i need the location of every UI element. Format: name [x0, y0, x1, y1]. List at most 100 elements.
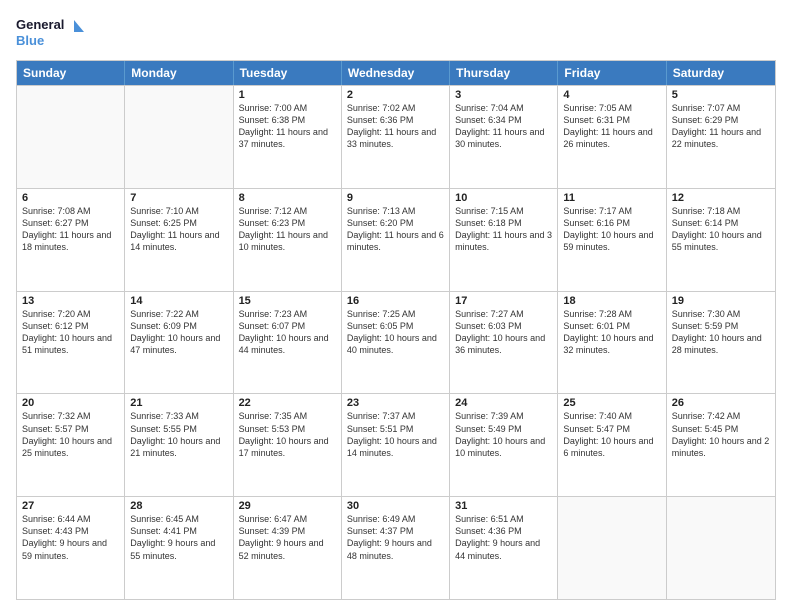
day-number: 31 [455, 500, 552, 512]
week-row-3: 13 Sunrise: 7:20 AMSunset: 6:12 PMDaylig… [17, 291, 775, 394]
calendar-cell: 21 Sunrise: 7:33 AMSunset: 5:55 PMDaylig… [125, 394, 233, 496]
day-number: 30 [347, 500, 444, 512]
cell-details: Sunrise: 7:40 AMSunset: 5:47 PMDaylight:… [563, 410, 660, 459]
cell-details: Sunrise: 7:05 AMSunset: 6:31 PMDaylight:… [563, 102, 660, 151]
calendar-body: 1 Sunrise: 7:00 AMSunset: 6:38 PMDayligh… [17, 85, 775, 599]
calendar-cell [667, 497, 775, 599]
day-number: 22 [239, 397, 336, 409]
day-number: 24 [455, 397, 552, 409]
day-number: 29 [239, 500, 336, 512]
cell-details: Sunrise: 7:13 AMSunset: 6:20 PMDaylight:… [347, 205, 444, 254]
week-row-5: 27 Sunrise: 6:44 AMSunset: 4:43 PMDaylig… [17, 496, 775, 599]
cell-details: Sunrise: 7:02 AMSunset: 6:36 PMDaylight:… [347, 102, 444, 151]
calendar-cell: 29 Sunrise: 6:47 AMSunset: 4:39 PMDaylig… [234, 497, 342, 599]
cell-details: Sunrise: 7:27 AMSunset: 6:03 PMDaylight:… [455, 308, 552, 357]
calendar-cell: 20 Sunrise: 7:32 AMSunset: 5:57 PMDaylig… [17, 394, 125, 496]
logo: General Blue [16, 12, 86, 52]
header-cell-thursday: Thursday [450, 61, 558, 85]
calendar-cell: 13 Sunrise: 7:20 AMSunset: 6:12 PMDaylig… [17, 292, 125, 394]
calendar-cell: 24 Sunrise: 7:39 AMSunset: 5:49 PMDaylig… [450, 394, 558, 496]
day-number: 1 [239, 89, 336, 101]
cell-details: Sunrise: 7:04 AMSunset: 6:34 PMDaylight:… [455, 102, 552, 151]
cell-details: Sunrise: 7:39 AMSunset: 5:49 PMDaylight:… [455, 410, 552, 459]
cell-details: Sunrise: 7:12 AMSunset: 6:23 PMDaylight:… [239, 205, 336, 254]
logo-svg: General Blue [16, 12, 86, 52]
day-number: 14 [130, 295, 227, 307]
cell-details: Sunrise: 7:15 AMSunset: 6:18 PMDaylight:… [455, 205, 552, 254]
week-row-1: 1 Sunrise: 7:00 AMSunset: 6:38 PMDayligh… [17, 85, 775, 188]
day-number: 13 [22, 295, 119, 307]
calendar-cell: 19 Sunrise: 7:30 AMSunset: 5:59 PMDaylig… [667, 292, 775, 394]
calendar-cell [17, 86, 125, 188]
calendar-cell: 28 Sunrise: 6:45 AMSunset: 4:41 PMDaylig… [125, 497, 233, 599]
day-number: 3 [455, 89, 552, 101]
day-number: 10 [455, 192, 552, 204]
calendar-cell: 14 Sunrise: 7:22 AMSunset: 6:09 PMDaylig… [125, 292, 233, 394]
day-number: 21 [130, 397, 227, 409]
calendar-cell: 4 Sunrise: 7:05 AMSunset: 6:31 PMDayligh… [558, 86, 666, 188]
cell-details: Sunrise: 7:10 AMSunset: 6:25 PMDaylight:… [130, 205, 227, 254]
calendar-cell: 2 Sunrise: 7:02 AMSunset: 6:36 PMDayligh… [342, 86, 450, 188]
calendar-cell: 22 Sunrise: 7:35 AMSunset: 5:53 PMDaylig… [234, 394, 342, 496]
calendar-cell: 17 Sunrise: 7:27 AMSunset: 6:03 PMDaylig… [450, 292, 558, 394]
day-number: 28 [130, 500, 227, 512]
calendar-cell: 6 Sunrise: 7:08 AMSunset: 6:27 PMDayligh… [17, 189, 125, 291]
calendar-cell: 10 Sunrise: 7:15 AMSunset: 6:18 PMDaylig… [450, 189, 558, 291]
cell-details: Sunrise: 7:23 AMSunset: 6:07 PMDaylight:… [239, 308, 336, 357]
week-row-2: 6 Sunrise: 7:08 AMSunset: 6:27 PMDayligh… [17, 188, 775, 291]
calendar-cell: 30 Sunrise: 6:49 AMSunset: 4:37 PMDaylig… [342, 497, 450, 599]
day-number: 11 [563, 192, 660, 204]
day-number: 16 [347, 295, 444, 307]
day-number: 18 [563, 295, 660, 307]
cell-details: Sunrise: 7:25 AMSunset: 6:05 PMDaylight:… [347, 308, 444, 357]
calendar-cell: 11 Sunrise: 7:17 AMSunset: 6:16 PMDaylig… [558, 189, 666, 291]
day-number: 6 [22, 192, 119, 204]
cell-details: Sunrise: 7:28 AMSunset: 6:01 PMDaylight:… [563, 308, 660, 357]
svg-text:Blue: Blue [16, 33, 44, 48]
day-number: 27 [22, 500, 119, 512]
day-number: 19 [672, 295, 770, 307]
calendar: SundayMondayTuesdayWednesdayThursdayFrid… [16, 60, 776, 600]
calendar-cell: 3 Sunrise: 7:04 AMSunset: 6:34 PMDayligh… [450, 86, 558, 188]
calendar-cell: 31 Sunrise: 6:51 AMSunset: 4:36 PMDaylig… [450, 497, 558, 599]
cell-details: Sunrise: 7:22 AMSunset: 6:09 PMDaylight:… [130, 308, 227, 357]
calendar-cell: 15 Sunrise: 7:23 AMSunset: 6:07 PMDaylig… [234, 292, 342, 394]
header-cell-sunday: Sunday [17, 61, 125, 85]
cell-details: Sunrise: 7:33 AMSunset: 5:55 PMDaylight:… [130, 410, 227, 459]
calendar-cell: 12 Sunrise: 7:18 AMSunset: 6:14 PMDaylig… [667, 189, 775, 291]
cell-details: Sunrise: 7:20 AMSunset: 6:12 PMDaylight:… [22, 308, 119, 357]
day-number: 12 [672, 192, 770, 204]
day-number: 7 [130, 192, 227, 204]
calendar-cell: 5 Sunrise: 7:07 AMSunset: 6:29 PMDayligh… [667, 86, 775, 188]
day-number: 26 [672, 397, 770, 409]
calendar-cell: 23 Sunrise: 7:37 AMSunset: 5:51 PMDaylig… [342, 394, 450, 496]
day-number: 17 [455, 295, 552, 307]
calendar-header-row: SundayMondayTuesdayWednesdayThursdayFrid… [17, 61, 775, 85]
calendar-cell: 8 Sunrise: 7:12 AMSunset: 6:23 PMDayligh… [234, 189, 342, 291]
calendar-cell: 9 Sunrise: 7:13 AMSunset: 6:20 PMDayligh… [342, 189, 450, 291]
cell-details: Sunrise: 6:49 AMSunset: 4:37 PMDaylight:… [347, 513, 444, 562]
cell-details: Sunrise: 7:17 AMSunset: 6:16 PMDaylight:… [563, 205, 660, 254]
cell-details: Sunrise: 7:32 AMSunset: 5:57 PMDaylight:… [22, 410, 119, 459]
svg-text:General: General [16, 17, 64, 32]
header: General Blue [16, 12, 776, 52]
calendar-cell: 26 Sunrise: 7:42 AMSunset: 5:45 PMDaylig… [667, 394, 775, 496]
calendar-cell: 7 Sunrise: 7:10 AMSunset: 6:25 PMDayligh… [125, 189, 233, 291]
day-number: 5 [672, 89, 770, 101]
header-cell-tuesday: Tuesday [234, 61, 342, 85]
calendar-cell: 27 Sunrise: 6:44 AMSunset: 4:43 PMDaylig… [17, 497, 125, 599]
cell-details: Sunrise: 7:37 AMSunset: 5:51 PMDaylight:… [347, 410, 444, 459]
day-number: 8 [239, 192, 336, 204]
header-cell-saturday: Saturday [667, 61, 775, 85]
cell-details: Sunrise: 7:42 AMSunset: 5:45 PMDaylight:… [672, 410, 770, 459]
header-cell-monday: Monday [125, 61, 233, 85]
calendar-cell: 25 Sunrise: 7:40 AMSunset: 5:47 PMDaylig… [558, 394, 666, 496]
calendar-cell [558, 497, 666, 599]
cell-details: Sunrise: 6:47 AMSunset: 4:39 PMDaylight:… [239, 513, 336, 562]
calendar-cell: 16 Sunrise: 7:25 AMSunset: 6:05 PMDaylig… [342, 292, 450, 394]
cell-details: Sunrise: 7:35 AMSunset: 5:53 PMDaylight:… [239, 410, 336, 459]
calendar-cell: 18 Sunrise: 7:28 AMSunset: 6:01 PMDaylig… [558, 292, 666, 394]
cell-details: Sunrise: 7:18 AMSunset: 6:14 PMDaylight:… [672, 205, 770, 254]
cell-details: Sunrise: 7:07 AMSunset: 6:29 PMDaylight:… [672, 102, 770, 151]
calendar-cell: 1 Sunrise: 7:00 AMSunset: 6:38 PMDayligh… [234, 86, 342, 188]
